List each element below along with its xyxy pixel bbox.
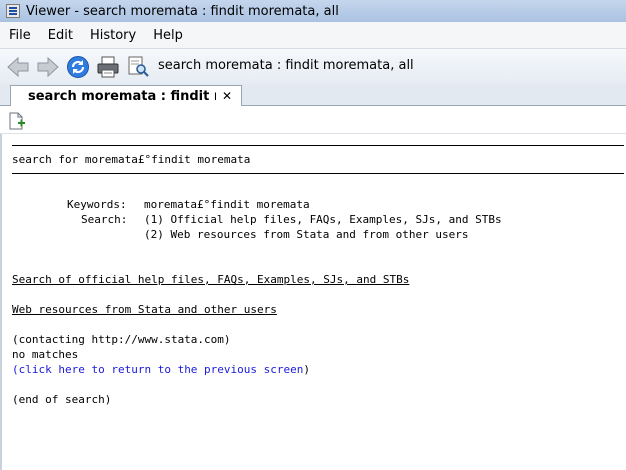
section-web: Web resources from Stata and other users (12, 303, 277, 316)
viewer-subtoolbar (0, 106, 626, 134)
header-rule-bottom (12, 173, 624, 174)
window-title: Viewer - search moremata : findit morema… (26, 3, 339, 19)
menu-edit[interactable]: Edit (39, 28, 81, 43)
keywords-label: Keywords: (67, 198, 127, 211)
menu-history[interactable]: History (81, 28, 144, 43)
return-previous-link[interactable]: click here to return to the previous scr… (19, 363, 304, 376)
find-icon[interactable] (126, 55, 150, 79)
tab-label: search moremata : findit mor... (28, 88, 216, 104)
viewer-app-icon (6, 4, 20, 18)
refresh-icon[interactable] (66, 55, 90, 79)
new-tab-icon[interactable] (8, 112, 26, 130)
tab-search-moremata[interactable]: search moremata : findit mor... ✕ (10, 85, 242, 106)
close-tab-icon[interactable]: ✕ (222, 89, 232, 103)
print-icon[interactable] (96, 55, 120, 79)
search-item-2: (2) Web resources from Stata and from ot… (144, 228, 469, 241)
contacting-text: (contacting http://www.stata.com) (12, 333, 231, 346)
keywords-value: moremata£°findit moremata (144, 198, 310, 211)
menu-help[interactable]: Help (144, 28, 191, 43)
address-text[interactable]: search moremata : findit moremata, all (158, 58, 414, 73)
title-bar: Viewer - search moremata : findit morema… (0, 0, 626, 22)
back-arrow-icon[interactable] (6, 55, 30, 79)
section-official: Search of official help files, FAQs, Exa… (12, 273, 410, 286)
forward-arrow-icon[interactable] (36, 55, 60, 79)
tab-bar: search moremata : findit mor... ✕ (0, 84, 626, 106)
content-left-border (0, 134, 2, 470)
end-of-search-text: (end of search) (12, 393, 112, 406)
menu-file[interactable]: File (0, 28, 39, 43)
toolbar: search moremata : findit moremata, all (0, 48, 626, 84)
search-header: search for moremata£°findit moremata (12, 153, 251, 166)
return-line: (click here to return to the previous sc… (12, 362, 310, 377)
no-matches-text: no matches (12, 348, 79, 361)
return-close-paren: ) (303, 363, 311, 376)
header-rule-top (12, 145, 624, 146)
viewer-content: search for moremata£°findit moremata Key… (12, 134, 624, 468)
search-item-1: (1) Official help files, FAQs, Examples,… (144, 213, 502, 226)
search-label: Search: (81, 213, 128, 226)
return-open-paren: ( (12, 363, 19, 376)
menu-bar: File Edit History Help (0, 22, 626, 48)
